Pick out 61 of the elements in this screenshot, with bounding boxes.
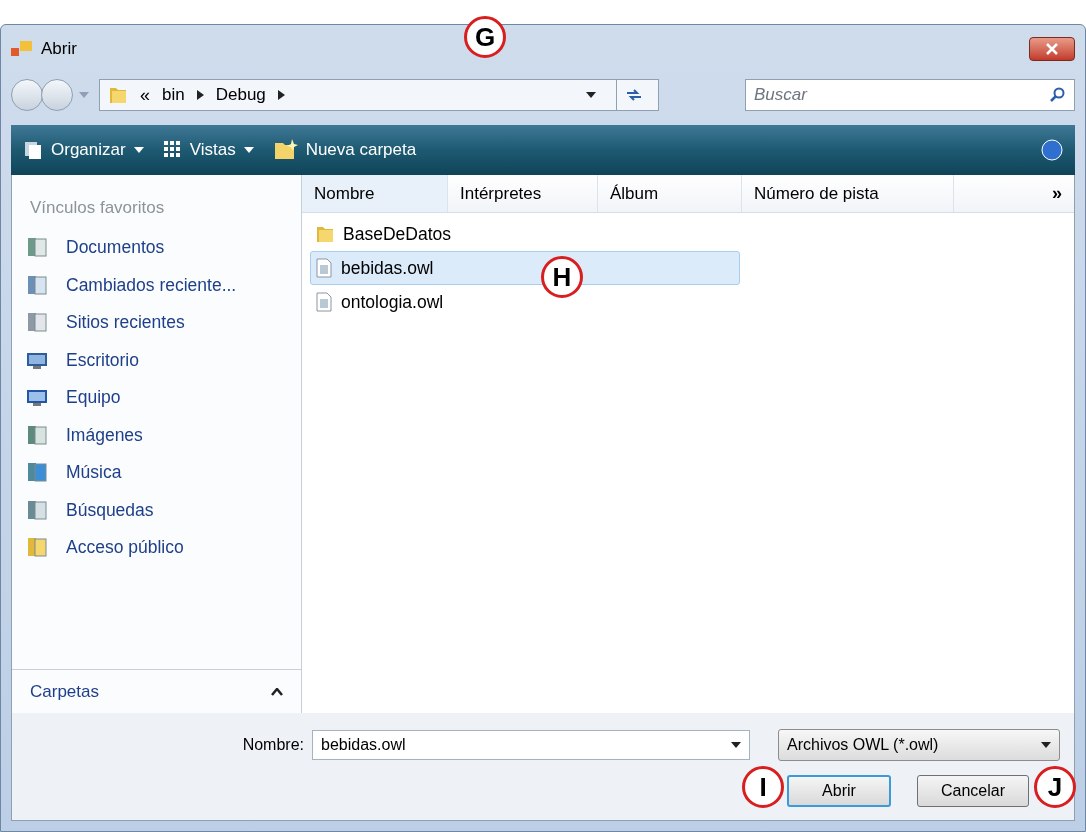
column-header[interactable]: Álbum (598, 175, 742, 212)
caret-icon (731, 742, 741, 748)
window-title: Abrir (41, 38, 77, 61)
sidebar-item[interactable]: Música (12, 453, 301, 491)
more-columns[interactable]: » (1040, 175, 1074, 212)
folder-icon (108, 85, 128, 105)
caret-icon (1041, 742, 1051, 748)
chevron-icon (277, 90, 285, 100)
search-icon (1050, 87, 1066, 103)
close-icon (1046, 43, 1058, 55)
close-button[interactable] (1029, 37, 1075, 61)
search-field[interactable]: Buscar (754, 82, 1050, 108)
address-bar[interactable]: « bin Debug (99, 79, 659, 111)
column-header[interactable]: Número de pista (742, 175, 954, 212)
caret-icon (79, 92, 89, 98)
breadcrumb[interactable]: Debug (215, 82, 266, 108)
document-icon (26, 273, 48, 296)
dialog-button[interactable]: Abrir (787, 775, 891, 807)
document-icon (26, 236, 48, 259)
toolbar-button[interactable]: Nueva carpeta (273, 137, 417, 163)
filename-combobox[interactable]: bebidas.owl (312, 730, 750, 760)
refresh-icon (624, 88, 643, 102)
caret-icon (243, 147, 254, 153)
file-type-dropdown[interactable]: Archivos OWL (*.owl) (778, 729, 1060, 761)
breadcrumb[interactable]: bin (162, 82, 185, 108)
folder-icon (26, 536, 48, 559)
document-icon (26, 423, 48, 446)
callout-marker: G (464, 16, 506, 58)
filename-label: Nombre: (242, 735, 304, 755)
toolbar-menu[interactable]: Vistas (163, 137, 254, 163)
filename-field[interactable]: bebidas.owl (321, 733, 731, 757)
app-icon (11, 40, 33, 58)
sidebar-item[interactable]: Sitios recientes (12, 303, 301, 341)
grid-icon (163, 141, 182, 159)
document-icon (26, 461, 48, 484)
file-icon (315, 292, 333, 312)
column-header[interactable]: Intérpretes (448, 175, 598, 212)
caret-icon (586, 92, 596, 98)
dialog-button[interactable]: Cancelar (917, 775, 1029, 807)
file-icon (315, 258, 333, 278)
folder-icon (315, 224, 335, 244)
sidebar-item[interactable]: Equipo (12, 378, 301, 416)
sidebar-heading: Vínculos favoritos (29, 197, 166, 219)
sidebar-item[interactable]: Escritorio (12, 341, 301, 379)
pages-icon (23, 140, 43, 160)
document-icon (26, 498, 48, 521)
sidebar-item[interactable]: Cambiados reciente... (12, 266, 301, 304)
search-box[interactable]: Buscar (745, 79, 1075, 111)
sidebar-item[interactable]: Imágenes (12, 416, 301, 454)
sidebar-item[interactable]: Búsquedas (12, 491, 301, 529)
chevron-icon (271, 687, 283, 696)
file-row[interactable]: BaseDeDatos (310, 217, 740, 251)
column-header[interactable]: Nombre (302, 175, 448, 212)
document-icon (26, 311, 48, 334)
sidebar-item[interactable]: Acceso público (12, 528, 301, 566)
caret-icon (133, 147, 144, 153)
sidebar-item[interactable]: Documentos (12, 228, 301, 266)
chevron-icon (196, 90, 204, 100)
toolbar-menu[interactable]: Organizar (23, 137, 144, 163)
folder-icon (273, 139, 298, 161)
overflow-chevron[interactable]: « (140, 81, 150, 109)
